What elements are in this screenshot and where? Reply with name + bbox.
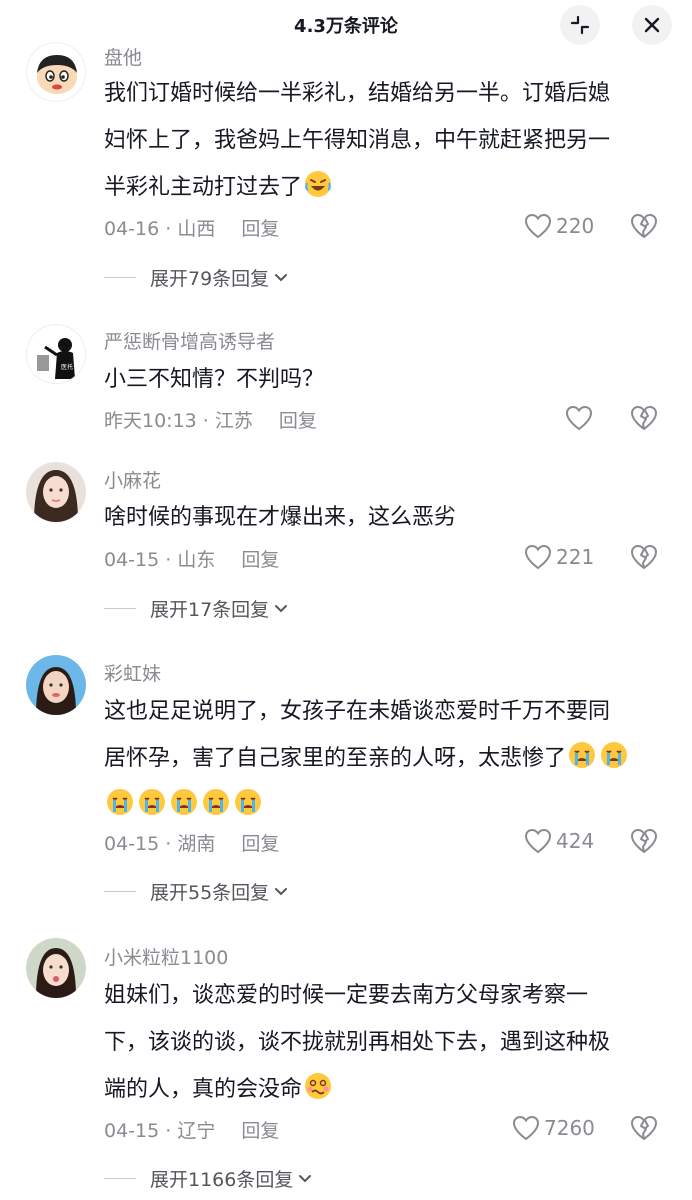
broken-heart-icon <box>631 406 657 430</box>
reply-button[interactable]: 回复 <box>241 549 279 571</box>
avatar[interactable] <box>26 42 86 102</box>
expand-replies-button[interactable]: 展开1166条回复 <box>104 1165 314 1192</box>
reply-button[interactable]: 回复 <box>279 410 317 432</box>
reply-button[interactable]: 回复 <box>241 218 279 240</box>
expand-replies-button[interactable]: 展开17条回复 <box>104 595 290 622</box>
chevron-down-icon <box>275 887 288 895</box>
avatar[interactable] <box>26 462 86 522</box>
comment-text: 我们订婚时候给一半彩礼，结婚给另一半。订婚后媳 妇怀上了，我爸妈上午得知消息，中… <box>104 70 664 211</box>
close-icon <box>644 17 660 33</box>
crying-emoji <box>139 789 165 815</box>
like-count: 424 <box>556 829 595 853</box>
comment-location: 湖南 <box>177 833 216 855</box>
comment-meta: 04-15 · 辽宁 回复 <box>104 1120 280 1142</box>
comment-line: 啥时候的事现在才爆出来，这么恶劣 <box>104 505 457 530</box>
comment-text: 啥时候的事现在才爆出来，这么恶劣 <box>104 494 664 541</box>
expand-replies-label: 展开1166条回复 <box>150 1169 294 1191</box>
comment-line: 我们订婚时候给一半彩礼，结婚给另一半。订婚后媳 <box>104 81 611 106</box>
divider <box>104 891 136 892</box>
comment-text: 这也足足说明了，女孩子在未婚谈恋爱时千万不要同 居怀孕，害了自己家里的至亲的人呀… <box>104 688 664 829</box>
comment-line: 居怀孕，害了自己家里的至亲的人呀，太悲惨了 <box>104 746 567 771</box>
crying-emoji <box>569 742 596 768</box>
broken-heart-icon <box>631 1116 657 1140</box>
comment-location: 江苏 <box>214 410 253 432</box>
chevron-down-icon <box>275 273 288 281</box>
avatar[interactable] <box>26 655 86 715</box>
crying-emoji <box>601 742 628 768</box>
comment-location: 山东 <box>177 549 216 571</box>
avatar[interactable]: 医托 <box>26 324 86 384</box>
crying-emoji <box>171 789 197 815</box>
divider <box>104 608 136 609</box>
expand-replies-label: 展开17条回复 <box>150 599 270 621</box>
collapse-button[interactable] <box>560 5 600 45</box>
comment-date: 04-16 <box>104 218 160 240</box>
crying-emoji <box>235 789 261 815</box>
close-button[interactable] <box>632 5 672 45</box>
dislike-button[interactable] <box>630 405 658 435</box>
broken-heart-icon <box>631 829 657 853</box>
comment-location: 山西 <box>177 218 216 240</box>
comment-location: 辽宁 <box>177 1120 216 1142</box>
chevron-down-icon <box>299 1174 312 1182</box>
comment-username[interactable]: 严惩断骨增高诱导者 <box>104 327 275 354</box>
comment-meta: 04-16 · 山西 回复 <box>104 218 280 240</box>
expand-replies-label: 展开55条回复 <box>150 882 270 904</box>
heart-icon <box>524 828 552 854</box>
comment-meta: 04-15 · 山东 回复 <box>104 549 280 571</box>
broken-heart-icon <box>631 545 657 569</box>
expand-replies-button[interactable]: 展开79条回复 <box>104 264 290 291</box>
comment-line: 姐妹们，谈恋爱的时候一定要去南方父母家考察一 <box>104 983 589 1008</box>
broken-heart-icon <box>631 214 657 238</box>
dislike-button[interactable] <box>630 1115 658 1145</box>
comment-username[interactable]: 小米粒粒1100 <box>104 943 228 970</box>
comment-username[interactable]: 盘他 <box>104 43 142 70</box>
comment-line: 小三不知情？不判吗？ <box>104 367 325 392</box>
like-count: 7260 <box>544 1116 595 1140</box>
like-button[interactable]: 424 <box>524 828 594 854</box>
like-button[interactable]: 220 <box>524 213 594 239</box>
collapse-icon <box>570 15 590 35</box>
like-button[interactable]: 221 <box>524 544 594 570</box>
divider <box>104 277 136 278</box>
comment-text: 小三不知情？不判吗？ <box>104 356 664 403</box>
comment-line: 妇怀上了，我爸妈上午得知消息，中午就赶紧把另一 <box>104 128 611 153</box>
comment-username[interactable]: 彩虹妹 <box>104 659 161 686</box>
like-button[interactable] <box>565 405 597 431</box>
like-button[interactable]: 7260 <box>512 1115 595 1141</box>
svg-text:医托: 医托 <box>61 363 73 371</box>
comment-line: 端的人，真的会没命 <box>104 1077 303 1102</box>
chevron-down-icon <box>275 604 288 612</box>
reply-button[interactable]: 回复 <box>241 833 279 855</box>
comment-meta: 04-15 · 湖南 回复 <box>104 833 280 855</box>
heart-icon <box>524 213 552 239</box>
dislike-button[interactable] <box>630 544 658 574</box>
avatar[interactable] <box>26 938 86 998</box>
comment-username[interactable]: 小麻花 <box>104 466 161 493</box>
woozy-emoji <box>305 1073 332 1099</box>
like-count: 221 <box>556 545 595 569</box>
comment-date: 昨天10:13 <box>104 410 197 432</box>
comment-line: 下，该谈的谈，谈不拢就别再相处下去，遇到这种极 <box>104 1030 611 1055</box>
like-count: 220 <box>556 214 595 238</box>
comment-meta: 昨天10:13 · 江苏 回复 <box>104 410 317 432</box>
comment-line: 这也足足说明了，女孩子在未婚谈恋爱时千万不要同 <box>104 699 611 724</box>
heart-icon <box>512 1115 540 1141</box>
dislike-button[interactable] <box>630 828 658 858</box>
expand-replies-button[interactable]: 展开55条回复 <box>104 878 290 905</box>
comment-date: 04-15 <box>104 549 160 571</box>
comment-date: 04-15 <box>104 1120 160 1142</box>
laugh-cry-emoji <box>305 171 332 197</box>
heart-icon <box>524 544 552 570</box>
comment-date: 04-15 <box>104 833 160 855</box>
crying-emoji <box>107 789 133 815</box>
expand-replies-label: 展开79条回复 <box>150 268 270 290</box>
comment-line: 半彩礼主动打过去了 <box>104 175 303 200</box>
crying-emoji <box>203 789 229 815</box>
comment-text: 姐妹们，谈恋爱的时候一定要去南方父母家考察一 下，该谈的谈，谈不拢就别再相处下去… <box>104 972 664 1113</box>
dislike-button[interactable] <box>630 213 658 243</box>
heart-icon <box>565 405 593 431</box>
reply-button[interactable]: 回复 <box>241 1120 279 1142</box>
divider <box>104 1178 136 1179</box>
